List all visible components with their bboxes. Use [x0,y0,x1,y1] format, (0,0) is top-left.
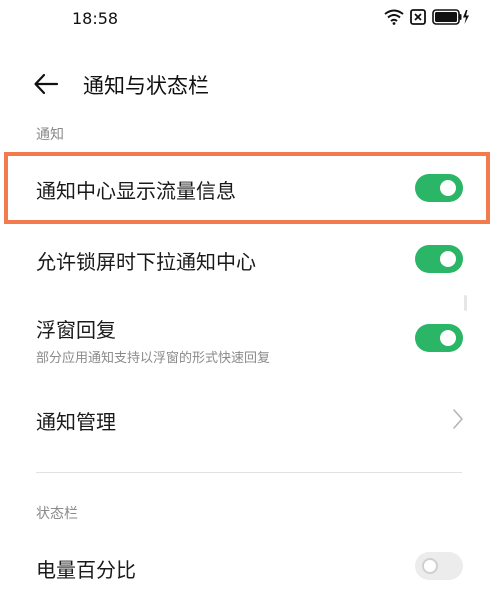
setting-subtitle: 部分应用通知支持以浮窗的形式快速回复 [36,351,271,366]
setting-notification-management[interactable]: 通知管理 [0,392,500,444]
toggle-knob [422,558,438,574]
setting-traffic-info[interactable]: 通知中心显示流量信息 [0,160,500,216]
toggle-knob [440,330,456,346]
lockscreen-pulldown-toggle[interactable] [415,245,463,273]
battery-charging-icon [432,9,470,25]
header: 通知与状态栏 [0,62,500,106]
battery-percentage-toggle[interactable] [415,552,463,580]
status-icons [384,9,470,25]
setting-title: 通知管理 [36,410,116,434]
section-label-status-bar: 状态栏 [36,506,78,522]
sim-blocked-icon [410,9,426,25]
section-label-notifications: 通知 [36,127,64,143]
setting-floating-reply[interactable]: 浮窗回复 部分应用通知支持以浮窗的形式快速回复 [0,305,500,371]
divider [36,472,462,473]
wifi-icon [384,9,404,25]
setting-lockscreen-pulldown[interactable]: 允许锁屏时下拉通知中心 [0,230,500,286]
page-title: 通知与状态栏 [83,74,209,98]
back-arrow-icon[interactable] [33,72,59,96]
chevron-right-icon [451,408,465,430]
status-bar: 18:58 [0,0,500,36]
traffic-info-toggle[interactable] [415,174,463,202]
floating-reply-toggle[interactable] [415,324,463,352]
setting-title: 电量百分比 [36,558,136,582]
toggle-knob [440,180,456,196]
setting-title: 通知中心显示流量信息 [36,179,236,203]
toggle-knob [440,251,456,267]
setting-title: 允许锁屏时下拉通知中心 [36,250,256,274]
status-time: 18:58 [72,9,119,28]
setting-title: 浮窗回复 [36,318,116,342]
setting-battery-percentage[interactable]: 电量百分比 [0,540,500,592]
